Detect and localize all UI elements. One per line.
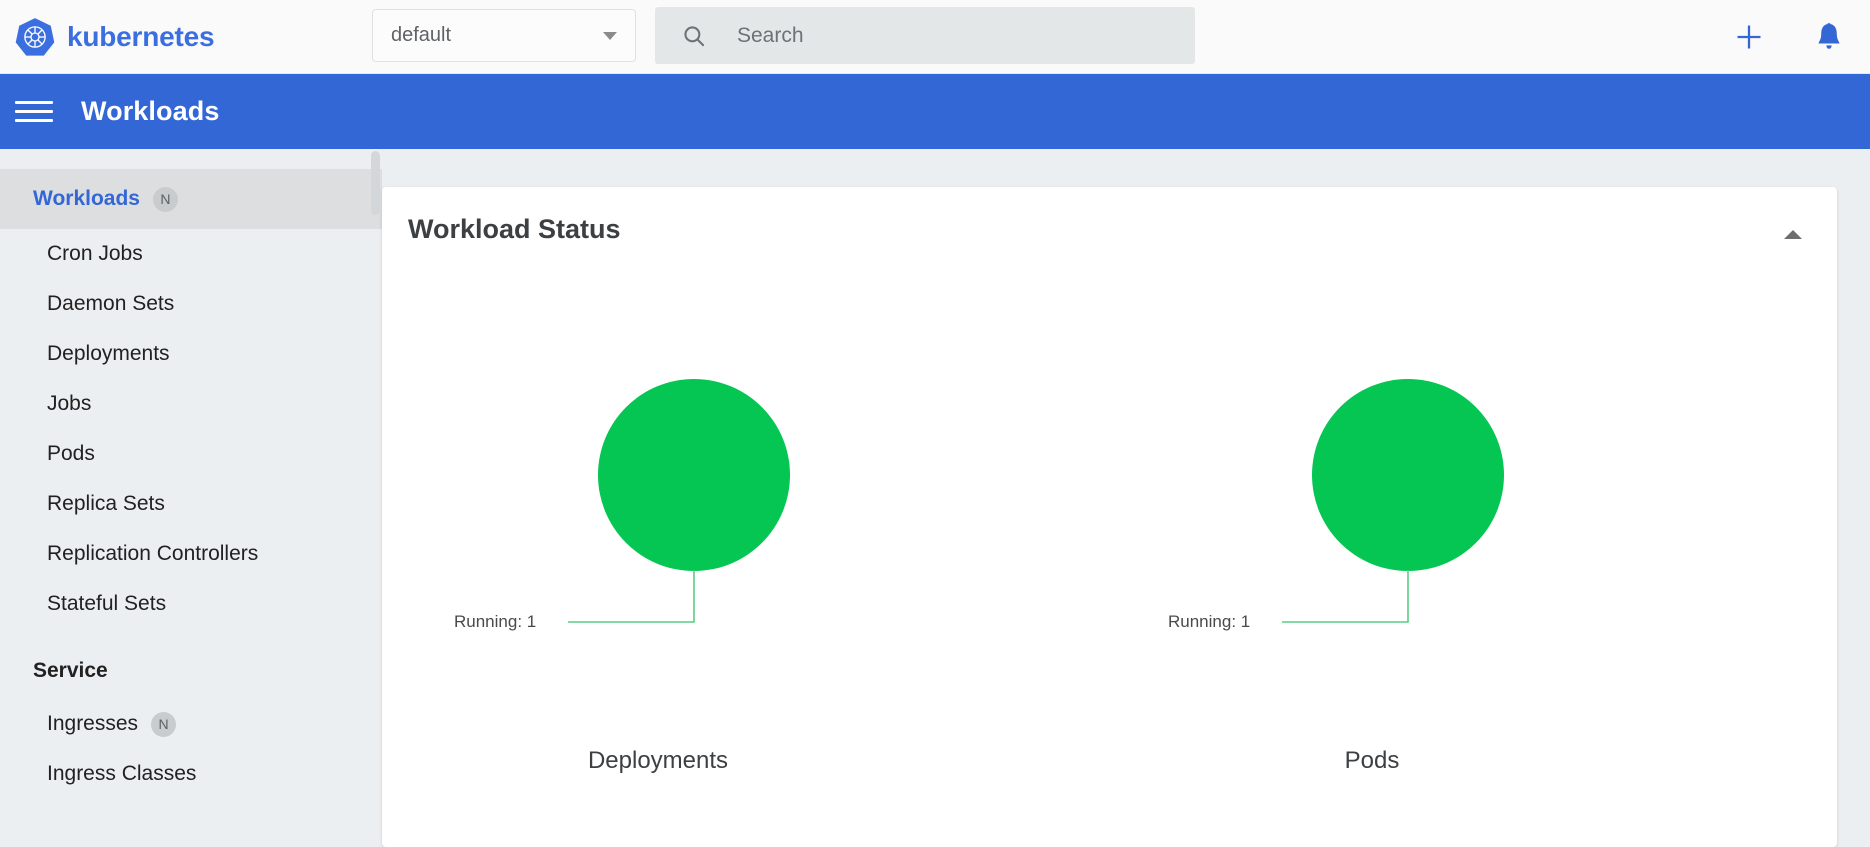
- sidebar-group-service: Service: [33, 659, 108, 682]
- chevron-down-icon: [603, 31, 617, 40]
- hamburger-menu-icon[interactable]: [15, 95, 53, 128]
- sidebar-item-label: Pods: [47, 442, 95, 465]
- bell-icon[interactable]: [1812, 20, 1846, 54]
- brand-name: kubernetes: [67, 20, 215, 52]
- brand-logo-group[interactable]: kubernetes: [14, 16, 215, 58]
- chart-pods: Running: 1 Pods: [1162, 267, 1762, 827]
- deployments-leader-line: [568, 570, 695, 623]
- namespace-selector-value: default: [391, 24, 452, 46]
- page-toolbar: Workloads: [0, 74, 1870, 149]
- sidebar-item-pods[interactable]: Pods: [0, 429, 382, 479]
- sidebar-item-replication-controllers[interactable]: Replication Controllers: [0, 529, 382, 579]
- chevron-up-glyph: [1784, 229, 1802, 239]
- workload-status-card: Workload Status Running: 1 Deployments R: [382, 187, 1837, 847]
- sidebar-item-label: Daemon Sets: [47, 292, 175, 315]
- search-icon: [681, 23, 707, 49]
- sidebar-item-label: Replica Sets: [47, 492, 165, 515]
- sidebar-item-daemon-sets[interactable]: Daemon Sets: [0, 279, 382, 329]
- sidebar-item-jobs[interactable]: Jobs: [0, 379, 382, 429]
- sidebar-item-label: Stateful Sets: [47, 592, 167, 615]
- status-badge: N: [152, 186, 178, 212]
- sidebar-item-deployments[interactable]: Deployments: [0, 329, 382, 379]
- sidebar-item-label: Deployments: [47, 342, 170, 365]
- sidebar-scrollbar[interactable]: [371, 149, 381, 808]
- chevron-up-icon[interactable]: [1779, 220, 1807, 248]
- kubernetes-helm-icon: [14, 16, 56, 58]
- page-title: Workloads: [81, 96, 220, 126]
- search-input-placeholder[interactable]: Search: [737, 24, 804, 48]
- header-actions: [1732, 0, 1846, 74]
- sidebar-item-label: Cron Jobs: [47, 242, 143, 265]
- sidebar-scrollbar-thumb[interactable]: [371, 151, 380, 215]
- deployments-slice-label: Running: 1: [454, 612, 537, 631]
- status-badge: N: [151, 711, 177, 737]
- sidebar-item-label: Workloads: [33, 187, 140, 210]
- namespace-selector[interactable]: default: [372, 9, 636, 62]
- sidebar-item-label: Replication Controllers: [47, 542, 259, 565]
- plus-icon[interactable]: [1732, 20, 1766, 54]
- sidebar-item-label: Ingress Classes: [47, 762, 197, 785]
- sidebar-item-replica-sets[interactable]: Replica Sets: [0, 479, 382, 529]
- content-area: Workloads N Cron Jobs Daemon Sets Deploy…: [0, 149, 1870, 847]
- sidebar-item-cron-jobs[interactable]: Cron Jobs: [0, 229, 382, 279]
- sidebar-item-workloads[interactable]: Workloads N: [0, 169, 382, 229]
- top-header-bar: kubernetes default Search: [0, 0, 1870, 74]
- pods-slice-label: Running: 1: [1168, 612, 1251, 631]
- pods-chart-caption: Pods: [1344, 747, 1400, 774]
- sidebar-navigation[interactable]: Workloads N Cron Jobs Daemon Sets Deploy…: [0, 149, 382, 808]
- sidebar-item-label: Jobs: [47, 392, 92, 415]
- deployments-chart-caption: Deployments: [587, 747, 729, 774]
- sidebar-item-stateful-sets[interactable]: Stateful Sets: [0, 579, 382, 629]
- search-bar[interactable]: Search: [655, 7, 1195, 64]
- card-title: Workload Status: [408, 214, 621, 244]
- sidebar-item-ingress-classes[interactable]: Ingress Classes: [0, 749, 382, 799]
- sidebar-item-ingresses[interactable]: Ingresses N: [0, 699, 382, 749]
- sidebar-item-label: Ingresses: [47, 712, 139, 735]
- workload-status-charts: Running: 1 Deployments Running: 1 Pods: [382, 267, 1837, 827]
- pods-leader-line: [1282, 570, 1409, 623]
- chart-deployments: Running: 1 Deployments: [448, 267, 1048, 827]
